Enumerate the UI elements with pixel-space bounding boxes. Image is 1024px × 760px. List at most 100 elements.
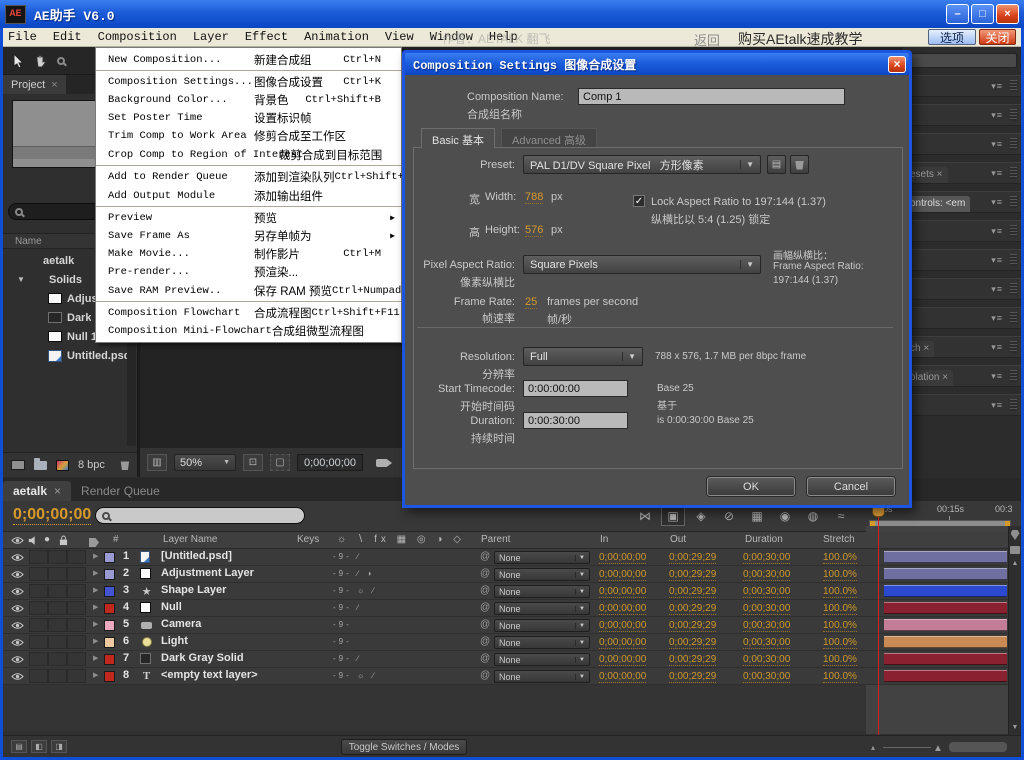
layer-label-swatch[interactable] [104,552,115,563]
eye-icon[interactable] [11,604,24,613]
menu-item[interactable]: Save RAM Preview.. 保存 RAM 预览 Ctrl+Numpad… [96,281,401,302]
panel-tab-label[interactable]: olation × [905,370,953,386]
panel-grip[interactable] [1010,370,1017,382]
stretch-value[interactable]: 100.0% [823,654,857,666]
eye-icon[interactable] [11,553,24,562]
menu-item[interactable]: Composition Mini-Flowchart 合成组微型流程图 [96,322,401,340]
safe-margins-icon[interactable]: ⊡ [243,454,263,471]
layer-label-swatch[interactable] [104,586,115,597]
pick-whip-icon[interactable]: @ [480,653,490,664]
hide-shy-layers-icon[interactable]: ⊘ [717,505,741,526]
menubar-item[interactable]: Animation [296,28,377,46]
layer-label-swatch[interactable] [104,654,115,665]
delete-preset-trash-icon[interactable] [790,155,809,174]
stretch-column-header[interactable]: Stretch [823,534,855,545]
comp-marker-icon[interactable] [1011,530,1020,540]
panel-header[interactable]: ontrols: <em ▾≡ [903,191,1021,213]
resolution-dropdown[interactable]: Full▼ [523,347,643,366]
menubar-item[interactable]: Edit [45,28,90,46]
av-cell[interactable] [67,635,86,649]
panel-menu-icon[interactable]: ▾≡ [991,313,1003,324]
panel-header[interactable]: ▾≡ [903,278,1021,300]
layer-duration-bar[interactable] [884,619,1007,631]
new-composition-icon[interactable] [56,460,69,471]
duration-value[interactable]: 0;00;30;00 [743,637,790,649]
lock-icon[interactable] [59,535,68,546]
av-cell[interactable] [48,635,67,649]
in-value[interactable]: 0;00;00;00 [599,603,646,615]
eye-icon[interactable] [11,621,24,630]
parent-dropdown[interactable]: None▼ [494,670,590,683]
av-cell[interactable] [48,550,67,564]
close-helper-button[interactable]: 关闭 [979,29,1016,45]
layer-switches[interactable]: -9- [333,620,465,629]
parent-dropdown[interactable]: None▼ [494,619,590,632]
magnification-dropdown[interactable]: 50%▼ [174,454,236,471]
menubar-item[interactable]: File [0,28,45,46]
expand-arrow-icon[interactable]: ▶ [93,586,98,594]
tab-basic[interactable]: Basic 基本 [421,128,495,148]
duration-field[interactable] [523,412,628,429]
zoom-tool-icon[interactable] [57,57,65,65]
panel-header[interactable]: ch × ▾≡ [903,336,1021,358]
av-cell[interactable] [48,618,67,632]
menu-item[interactable]: Composition Flowchart 合成流程图 Ctrl+Shift+F… [96,304,401,322]
twirl-icon[interactable]: ▼ [17,275,25,284]
menubar-item[interactable]: Composition [90,28,185,46]
av-cell[interactable] [67,567,86,581]
out-value[interactable]: 0;00;29;29 [669,654,716,666]
layer-name[interactable]: Null [161,601,182,613]
layer-switches[interactable]: -9- ∕ [333,654,465,663]
stretch-value[interactable]: 100.0% [823,620,857,632]
timeline-vertical-scrollbar[interactable]: ▲ ▼ [1008,526,1021,734]
ok-button[interactable]: OK [707,477,795,496]
out-value[interactable]: 0;00;29;29 [669,603,716,615]
duration-value[interactable]: 0;00;30;00 [743,654,790,666]
layer-name[interactable]: [Untitled.psd] [161,550,232,562]
panel-menu-icon[interactable]: ▾≡ [991,342,1003,353]
parent-dropdown[interactable]: None▼ [494,568,590,581]
panel-menu-icon[interactable]: ▾≡ [991,197,1003,208]
expand-arrow-icon[interactable]: ▶ [93,620,98,628]
menu-item[interactable]: Add Output Module 添加输出组件 [96,186,401,207]
menu-item[interactable]: Save Frame As 另存单帧为 ▶ [96,227,401,245]
parent-dropdown[interactable]: None▼ [494,551,590,564]
av-cell[interactable] [29,652,48,666]
av-cell[interactable] [29,618,48,632]
layer-name[interactable]: Shape Layer [161,584,226,596]
layer-duration-bar[interactable] [884,551,1007,563]
layer-duration-bar[interactable] [884,585,1007,597]
panel-grip[interactable] [1010,80,1017,92]
out-value[interactable]: 0;00;29;29 [669,552,716,564]
pick-whip-icon[interactable]: @ [480,602,490,613]
comp-name-field[interactable] [578,88,845,105]
out-value[interactable]: 0;00;29;29 [669,586,716,598]
expand-arrow-icon[interactable]: ▶ [93,637,98,645]
table-row[interactable]: ▶ 5 Camera -9- @ None▼ 0;00;00;00 0;00;2… [3,617,1021,634]
av-cell[interactable] [67,669,86,683]
menubar-item[interactable]: Layer [185,28,237,46]
layer-duration-bar[interactable] [884,568,1007,580]
interpret-footage-icon[interactable] [11,460,25,470]
eye-icon[interactable] [11,570,24,579]
buy-tutorial-link[interactable]: 购买AEtalk速成教学 [738,29,862,49]
dialog-close-icon[interactable]: × [888,56,906,73]
duration-value[interactable]: 0;00;30;00 [743,552,790,564]
trash-icon[interactable] [120,460,130,470]
av-cell[interactable] [29,567,48,581]
eye-icon[interactable] [11,638,24,647]
duration-value[interactable]: 0;00;30;00 [743,569,790,581]
pick-whip-icon[interactable]: @ [480,636,490,647]
tab-render-queue[interactable]: Render Queue [71,481,170,501]
menubar-item[interactable]: View [377,28,422,46]
index-column-header[interactable]: # [113,534,119,545]
maximize-button[interactable]: □ [971,4,994,24]
layer-duration-bar[interactable] [884,653,1007,665]
close-button[interactable]: × [996,4,1019,24]
panel-menu-icon[interactable]: ▾≡ [991,139,1003,150]
av-cell[interactable] [29,635,48,649]
parent-dropdown[interactable]: None▼ [494,653,590,666]
panel-header[interactable]: olation × ▾≡ [903,365,1021,387]
in-value[interactable]: 0;00;00;00 [599,620,646,632]
frame-rate-value[interactable]: 25 [525,296,537,309]
